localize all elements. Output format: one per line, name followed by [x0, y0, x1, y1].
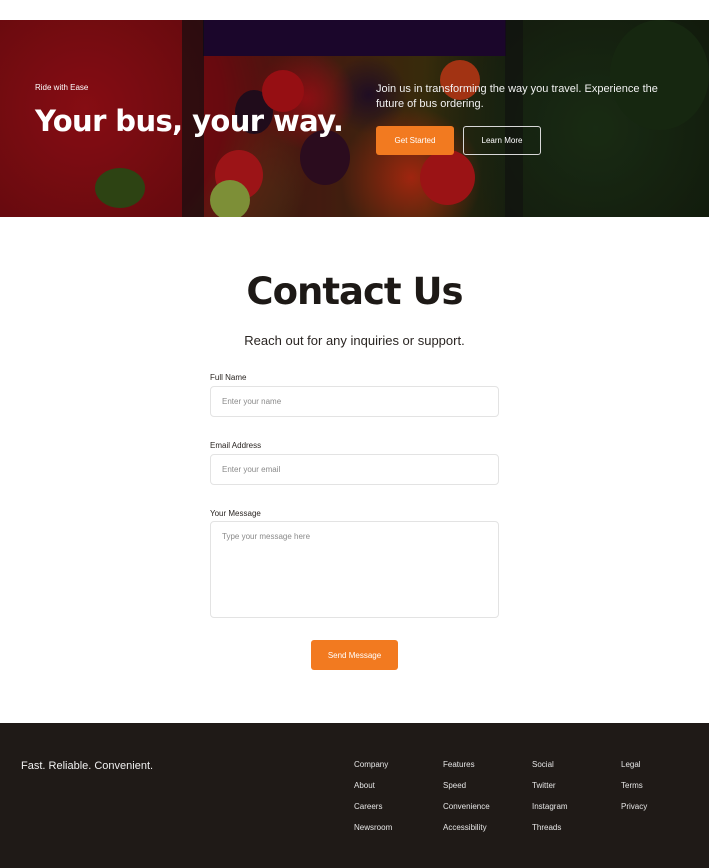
- footer-link-twitter[interactable]: Twitter: [532, 781, 568, 802]
- hero-eyebrow: Ride with Ease: [35, 83, 89, 92]
- footer-link-speed[interactable]: Speed: [443, 781, 490, 802]
- footer-tagline: Fast. Reliable. Convenient.: [21, 760, 154, 772]
- footer-link-accessibility[interactable]: Accessibility: [443, 823, 490, 844]
- email-label: Email Address: [210, 441, 262, 450]
- footer-link-newsroom[interactable]: Newsroom: [354, 823, 392, 844]
- name-field[interactable]: [210, 386, 499, 417]
- get-started-button[interactable]: Get Started: [376, 126, 454, 155]
- footer-link-privacy[interactable]: Privacy: [621, 802, 647, 823]
- footer-column-legal: Legal Terms Privacy: [621, 760, 647, 823]
- footer-link-company[interactable]: Company: [354, 760, 392, 781]
- footer-column-social: Social Twitter Instagram Threads: [532, 760, 568, 844]
- hero-title: Your bus, your way.: [35, 104, 344, 138]
- footer-column-company: Company About Careers Newsroom: [354, 760, 392, 844]
- footer-link-instagram[interactable]: Instagram: [532, 802, 568, 823]
- footer-link-about[interactable]: About: [354, 781, 392, 802]
- hero-banner: Ride with Ease Your bus, your way. Join …: [0, 20, 709, 217]
- footer-link-legal[interactable]: Legal: [621, 760, 647, 781]
- contact-title: Contact Us: [246, 270, 463, 313]
- footer: Fast. Reliable. Convenient. Company Abou…: [0, 723, 709, 868]
- name-label: Full Name: [210, 373, 247, 382]
- email-field[interactable]: [210, 454, 499, 485]
- message-field[interactable]: [210, 521, 499, 618]
- message-label: Your Message: [210, 509, 261, 518]
- footer-link-features[interactable]: Features: [443, 760, 490, 781]
- hero-description: Join us in transforming the way you trav…: [376, 83, 658, 110]
- footer-column-features: Features Speed Convenience Accessibility: [443, 760, 490, 844]
- learn-more-button[interactable]: Learn More: [463, 126, 541, 155]
- send-message-button[interactable]: Send Message: [311, 640, 398, 670]
- footer-link-convenience[interactable]: Convenience: [443, 802, 490, 823]
- footer-link-threads[interactable]: Threads: [532, 823, 568, 844]
- footer-link-social[interactable]: Social: [532, 760, 568, 781]
- footer-link-terms[interactable]: Terms: [621, 781, 647, 802]
- contact-subtitle: Reach out for any inquiries or support.: [244, 333, 465, 348]
- footer-link-careers[interactable]: Careers: [354, 802, 392, 823]
